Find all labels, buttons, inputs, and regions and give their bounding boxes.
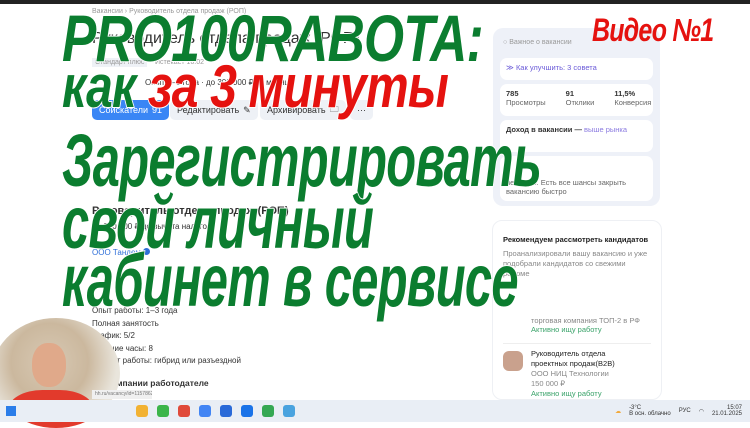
app-icon[interactable] bbox=[262, 405, 274, 417]
clock[interactable]: 15:07 21.01.2025 bbox=[712, 405, 742, 417]
divider bbox=[503, 343, 651, 344]
rec-desc: Проанализировали вашу вакансию и уже под… bbox=[503, 249, 648, 278]
improve-label: Как улучшить: 3 совета bbox=[515, 63, 597, 72]
candidate-salary: 150 000 ₽ bbox=[531, 379, 565, 388]
language-indicator[interactable]: РУС bbox=[679, 408, 691, 414]
date: 21.01.2025 bbox=[711, 411, 742, 417]
candidate-company: ООО НИЦ Технологии bbox=[531, 369, 609, 378]
presenter-face bbox=[32, 343, 66, 387]
video-number-badge: Видео №1 bbox=[592, 12, 714, 48]
candidate-status: Активно ищу работу bbox=[531, 325, 602, 334]
stat-label: Отклики bbox=[565, 98, 595, 107]
browser-icon[interactable] bbox=[178, 405, 190, 417]
settings-icon[interactable] bbox=[283, 405, 295, 417]
detail-schedule: График: 5/2 bbox=[92, 331, 135, 340]
stat-conversion: 11,5% Конверсия bbox=[614, 89, 651, 111]
app-icon[interactable] bbox=[220, 405, 232, 417]
candidate-2[interactable]: Руководитель отдела проектных продаж(B2B… bbox=[531, 349, 626, 399]
start-icon[interactable] bbox=[6, 406, 16, 416]
improve-tips-card[interactable]: ≫ Как улучшить: 3 совета bbox=[500, 58, 653, 80]
explorer-icon[interactable] bbox=[136, 405, 148, 417]
sparkle-icon: ≫ bbox=[506, 63, 516, 72]
important-label: Важное о вакансии bbox=[509, 39, 572, 46]
stat-value: 785 bbox=[506, 89, 519, 98]
chrome-icon[interactable] bbox=[199, 405, 211, 417]
income-tag: выше рынка bbox=[584, 125, 628, 134]
candidate-status: Активно ищу работу bbox=[531, 389, 602, 398]
candidate-avatar bbox=[503, 351, 523, 371]
whatsapp-icon[interactable] bbox=[157, 405, 169, 417]
candidate-title: Руководитель отдела проектных продаж(B2B… bbox=[531, 349, 615, 368]
headline-line2: как за 3 минуты bbox=[61, 52, 449, 121]
stat-value: 91 bbox=[565, 89, 574, 98]
headline-3-minutes: за 3 минуты bbox=[147, 52, 449, 121]
weather-widget[interactable]: -3°C В осн. облачно bbox=[629, 405, 671, 417]
headline-how: как bbox=[61, 52, 137, 121]
headline-cabinet: кабинет в сервисе bbox=[61, 238, 519, 323]
status-url: hh.ru/vacancy/id=115786255&hhtmFrom=vaca… bbox=[92, 390, 152, 399]
stat-views: 785 Просмотры bbox=[506, 89, 546, 111]
candidate-1[interactable]: торговая компания ТОП-2 в РФ Активно ищу … bbox=[531, 316, 640, 334]
app-icon[interactable] bbox=[241, 405, 253, 417]
important-header: ○ Важное о вакансии bbox=[503, 39, 572, 46]
rec-title: Рекомендуем рассмотреть кандидатов bbox=[503, 235, 649, 244]
stat-label: Конверсия bbox=[614, 98, 652, 107]
candidate-company: торговая компания ТОП-2 в РФ bbox=[531, 316, 640, 325]
taskbar-apps bbox=[136, 405, 304, 417]
taskbar: ☁ -3°C В осн. облачно РУС ◠ 15:07 21.01.20… bbox=[0, 400, 750, 422]
stat-value: 11,5% bbox=[614, 89, 636, 98]
wifi-icon[interactable]: ◠ bbox=[699, 408, 704, 415]
stat-label: Просмотры bbox=[506, 98, 546, 107]
weather-icon: ☁ bbox=[615, 408, 622, 415]
stats-card[interactable]: 785 Просмотры 91 Отклики 11,5% Конверсия bbox=[500, 84, 653, 116]
weather-desc: В осн. облачно bbox=[629, 411, 671, 417]
stat-responses: 91 Отклики bbox=[566, 89, 595, 111]
